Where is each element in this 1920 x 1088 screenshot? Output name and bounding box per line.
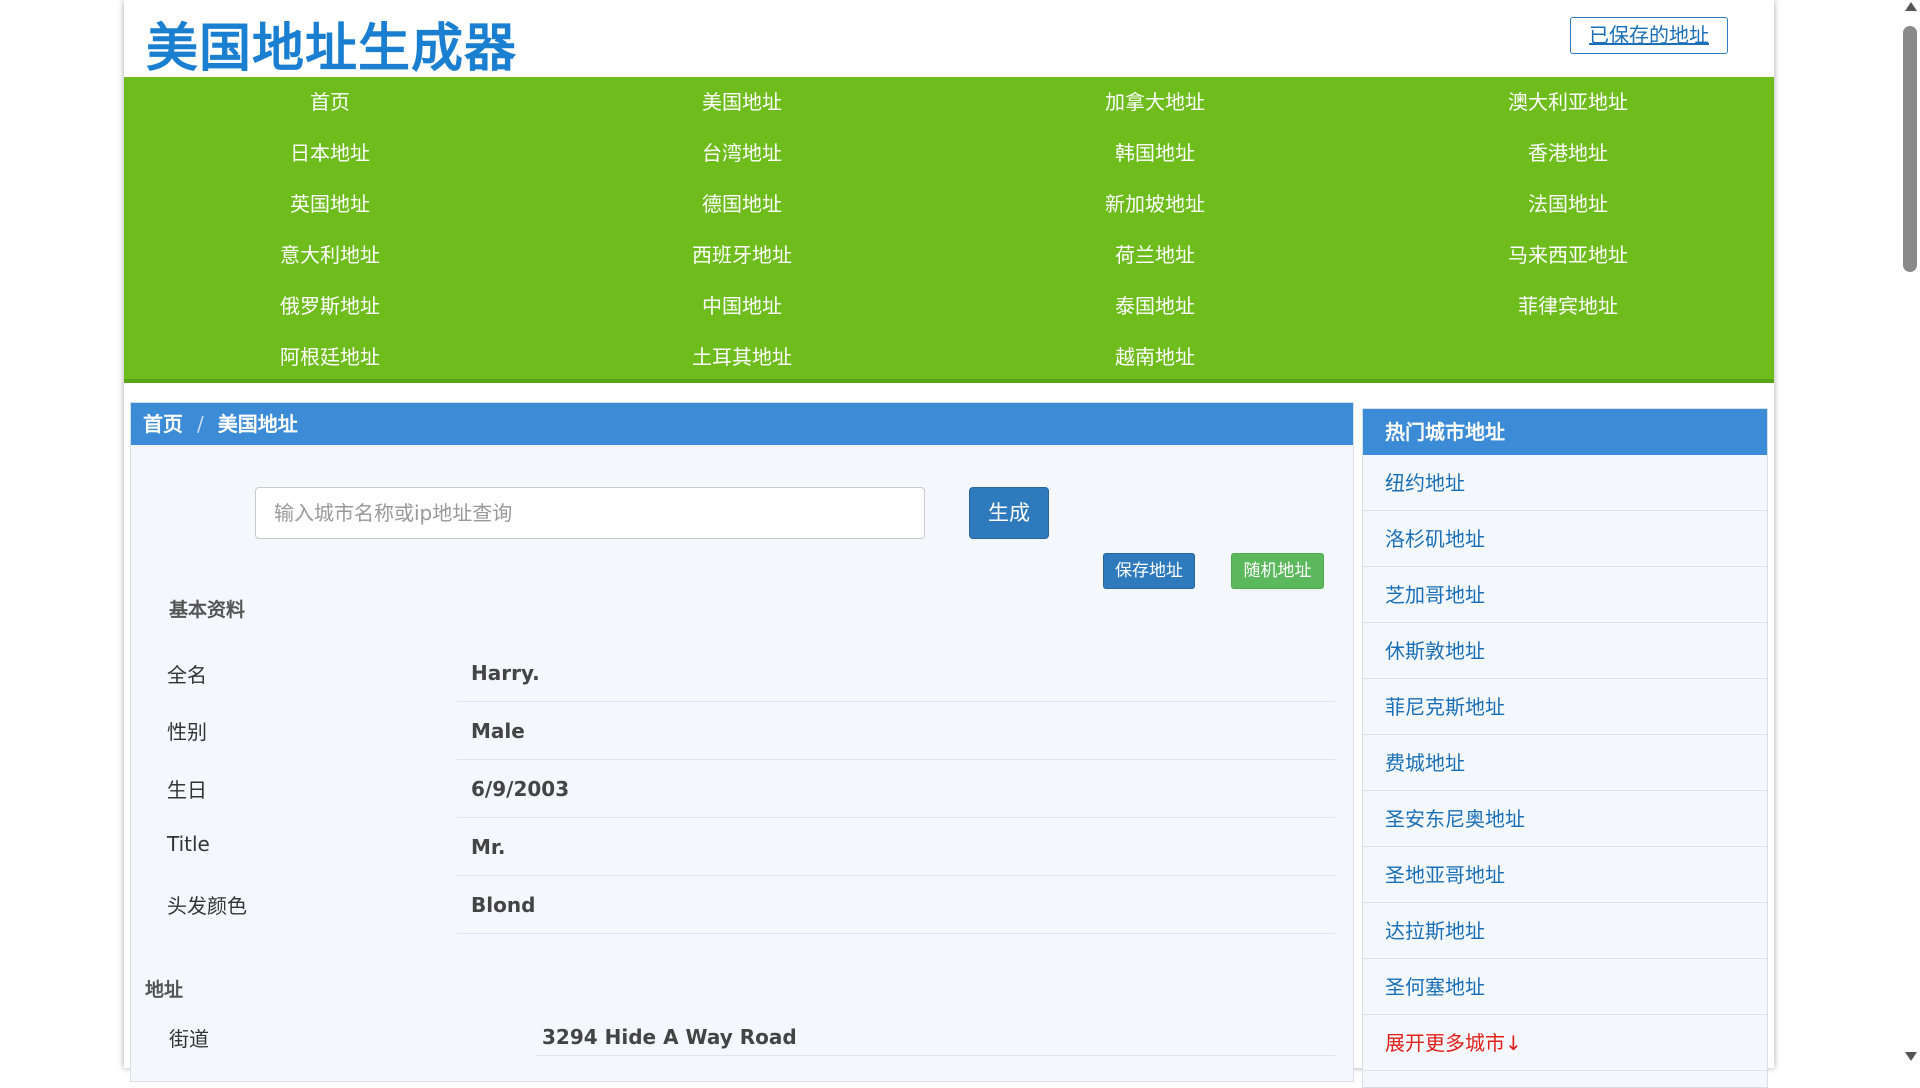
- street-value: 3294 Hide A Way Road: [542, 1025, 797, 1049]
- nav-item-japan[interactable]: 日本地址: [124, 128, 536, 179]
- city-link-philadelphia[interactable]: 费城地址: [1363, 735, 1767, 791]
- title-label: Title: [167, 832, 210, 856]
- row-divider: [535, 1055, 1335, 1056]
- breadcrumb-current[interactable]: 美国地址: [218, 412, 298, 436]
- nav-item-philippines[interactable]: 菲律宾地址: [1362, 281, 1774, 332]
- hair-color-label: 头发颜色: [167, 894, 247, 918]
- nav-item-thailand[interactable]: 泰国地址: [949, 281, 1361, 332]
- basic-info-heading: 基本资料: [169, 599, 246, 621]
- popular-cities-heading: 热门城市地址: [1363, 409, 1767, 455]
- breadcrumb-home[interactable]: 首页: [143, 412, 183, 436]
- scrollbar-thumb[interactable]: [1903, 26, 1917, 272]
- row-divider: [457, 701, 1335, 702]
- nav-item-russia[interactable]: 俄罗斯地址: [124, 281, 536, 332]
- nav-item-vietnam[interactable]: 越南地址: [949, 332, 1361, 383]
- nav-item-australia[interactable]: 澳大利亚地址: [1362, 77, 1774, 128]
- nav-item-germany[interactable]: 德国地址: [536, 179, 948, 230]
- nav-item-uk[interactable]: 英国地址: [124, 179, 536, 230]
- birthday-value: 6/9/2003: [471, 777, 570, 801]
- nav-item-china[interactable]: 中国地址: [536, 281, 948, 332]
- row-divider: [457, 759, 1335, 760]
- city-link-losangeles[interactable]: 洛杉矶地址: [1363, 511, 1767, 567]
- nav-item-malaysia[interactable]: 马来西亚地址: [1362, 230, 1774, 281]
- city-link-newyork[interactable]: 纽约地址: [1363, 455, 1767, 511]
- city-link-sanantonio[interactable]: 圣安东尼奥地址: [1363, 791, 1767, 847]
- saved-addresses-link[interactable]: 已保存的地址: [1570, 17, 1728, 54]
- nav-item-netherlands[interactable]: 荷兰地址: [949, 230, 1361, 281]
- city-search-input[interactable]: 输入城市名称或ip地址查询: [255, 487, 925, 539]
- breadcrumb-separator: /: [197, 412, 204, 436]
- generate-button[interactable]: 生成: [969, 487, 1049, 539]
- title-value: Mr.: [471, 835, 506, 859]
- city-link-phoenix[interactable]: 菲尼克斯地址: [1363, 679, 1767, 735]
- nav-item-france[interactable]: 法国地址: [1362, 179, 1774, 230]
- row-divider: [457, 817, 1335, 818]
- nav-item-us[interactable]: 美国地址: [536, 77, 948, 128]
- row-divider: [457, 875, 1335, 876]
- city-link-dallas[interactable]: 达拉斯地址: [1363, 903, 1767, 959]
- nav-item-singapore[interactable]: 新加坡地址: [949, 179, 1361, 230]
- hair-color-value: Blond: [471, 893, 536, 917]
- street-label: 街道: [169, 1027, 209, 1051]
- address-heading: 地址: [145, 979, 184, 1001]
- expand-more-cities-link[interactable]: 展开更多城市↓: [1363, 1015, 1767, 1071]
- generator-panel: 首页 / 美国地址 输入城市名称或ip地址查询 生成 保存地址 随机地址 基本资料 …: [130, 402, 1354, 1082]
- nav-item-argentina[interactable]: 阿根廷地址: [124, 332, 536, 383]
- save-address-button[interactable]: 保存地址: [1103, 553, 1195, 589]
- nav-item-hongkong[interactable]: 香港地址: [1362, 128, 1774, 179]
- nav-item-canada[interactable]: 加拿大地址: [949, 77, 1361, 128]
- fullname-label: 全名: [167, 663, 207, 687]
- breadcrumb: 首页 / 美国地址: [131, 403, 1353, 445]
- nav-item-home[interactable]: 首页: [124, 77, 536, 128]
- page-container: 美国地址生成器 已保存的地址 首页 美国地址 加拿大地址 澳大利亚地址 日本地址…: [124, 0, 1774, 1088]
- scroll-up-arrow-icon[interactable]: [1905, 2, 1917, 11]
- page-scrollbar[interactable]: [1900, 0, 1920, 1068]
- site-title: 美国地址生成器: [146, 19, 518, 79]
- gender-value: Male: [471, 719, 525, 743]
- nav-item-spain[interactable]: 西班牙地址: [536, 230, 948, 281]
- city-link-sanjose[interactable]: 圣何塞地址: [1363, 959, 1767, 1015]
- scroll-down-arrow-icon[interactable]: [1905, 1052, 1917, 1061]
- country-nav: 首页 美国地址 加拿大地址 澳大利亚地址 日本地址 台湾地址 韩国地址 香港地址…: [124, 77, 1774, 383]
- gender-label: 性别: [167, 720, 207, 744]
- birthday-label: 生日: [167, 778, 207, 802]
- city-link-chicago[interactable]: 芝加哥地址: [1363, 567, 1767, 623]
- nav-item-italy[interactable]: 意大利地址: [124, 230, 536, 281]
- city-link-houston[interactable]: 休斯敦地址: [1363, 623, 1767, 679]
- nav-item-korea[interactable]: 韩国地址: [949, 128, 1361, 179]
- fullname-value: Harry.: [471, 661, 540, 685]
- nav-item-taiwan[interactable]: 台湾地址: [536, 128, 948, 179]
- popular-cities-panel: 热门城市地址 纽约地址 洛杉矶地址 芝加哥地址 休斯敦地址 菲尼克斯地址 费城地…: [1362, 408, 1768, 1088]
- city-link-sandiego[interactable]: 圣地亚哥地址: [1363, 847, 1767, 903]
- random-address-button[interactable]: 随机地址: [1231, 553, 1324, 589]
- row-divider: [457, 933, 1335, 934]
- nav-item-turkey[interactable]: 土耳其地址: [536, 332, 948, 383]
